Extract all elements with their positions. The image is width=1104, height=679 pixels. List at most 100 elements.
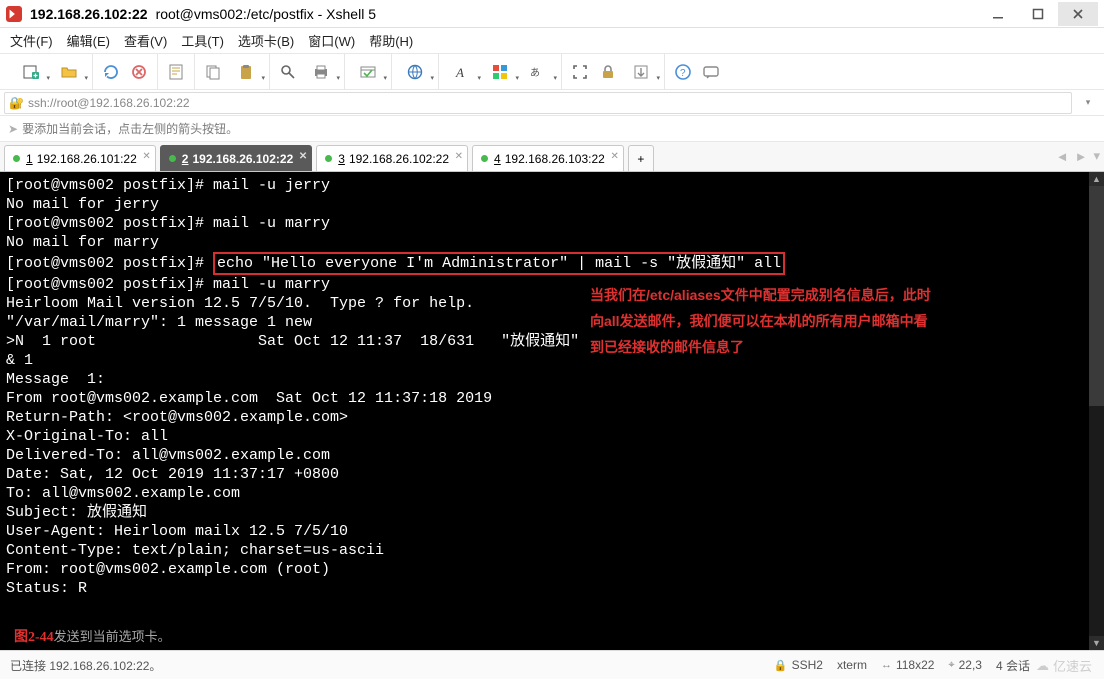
cursor-icon: ⌖ — [948, 659, 954, 672]
terminal[interactable]: [root@vms002 postfix]# mail -u jerry No … — [0, 172, 1089, 650]
tab-close-icon[interactable]: ✕ — [142, 151, 150, 162]
toolbar-copy-button[interactable] — [201, 60, 225, 84]
session-tab-2[interactable]: 2 192.168.26.102:22 ✕ — [160, 145, 312, 171]
address-input[interactable]: 🔐 ssh://root@192.168.26.102:22 — [4, 92, 1072, 114]
toolbar-open-button[interactable]: ▾ — [52, 60, 86, 84]
annotation-line: 到已经接收的邮件信息了 — [590, 334, 1030, 360]
status-sessions: 4 会话 — [996, 657, 1030, 674]
toolbar-print-button[interactable]: ▾ — [304, 60, 338, 84]
status-dot-icon — [325, 155, 332, 162]
session-tab-4[interactable]: 4 192.168.26.103:22 ✕ — [472, 145, 624, 171]
titlebar: 192.168.26.102:22 root@vms002:/etc/postf… — [0, 0, 1104, 28]
toolbar-font-button[interactable]: A▾ — [445, 60, 479, 84]
lock-icon: 🔒 — [774, 659, 788, 672]
toolbar: ▾ ▾ ▾ ▾ ▾ ▾ A▾ ▾ あ▾ ▾ ? — [0, 54, 1104, 90]
menu-tab[interactable]: 选项卡(B) — [238, 31, 294, 50]
terminal-output: [root@vms002 postfix]# mail -u marry Hei… — [6, 276, 579, 597]
svg-text:A: A — [455, 65, 464, 80]
tab-bar: 1 192.168.26.101:22 ✕ 2 192.168.26.102:2… — [0, 142, 1104, 172]
annotation-line: 当我们在/etc/aliases文件中配置完成别名信息后，此时 — [590, 282, 1030, 308]
session-tab-1[interactable]: 1 192.168.26.101:22 ✕ — [4, 145, 156, 171]
watermark: ☁ 亿速云 — [1036, 656, 1092, 675]
title-host: 192.168.26.102:22 — [30, 6, 148, 22]
toolbar-find-button[interactable] — [276, 60, 300, 84]
scroll-down-icon[interactable]: ▼ — [1089, 636, 1104, 650]
toolbar-xftp-button[interactable]: ▾ — [351, 60, 385, 84]
toolbar-web-button[interactable]: ▾ — [398, 60, 432, 84]
status-dot-icon — [13, 155, 20, 162]
toolbar-compose-button[interactable] — [699, 60, 723, 84]
status-size: ↔118x22 — [881, 658, 934, 672]
menu-window[interactable]: 窗口(W) — [308, 31, 355, 50]
tab-number: 3 — [338, 152, 345, 166]
tab-label: 192.168.26.102:22 — [349, 152, 449, 166]
toolbar-disconnect-button[interactable] — [127, 60, 151, 84]
menu-view[interactable]: 查看(V) — [124, 31, 167, 50]
minimize-button[interactable] — [978, 2, 1018, 26]
add-tab-button[interactable]: + — [628, 145, 654, 171]
menu-help[interactable]: 帮助(H) — [369, 31, 413, 50]
status-termtype: xterm — [837, 658, 867, 672]
menubar: 文件(F) 编辑(E) 查看(V) 工具(T) 选项卡(B) 窗口(W) 帮助(… — [0, 28, 1104, 54]
terminal-output: [root@vms002 postfix]# mail -u jerry No … — [6, 177, 330, 251]
lock-icon: 🔐 — [9, 96, 24, 110]
menu-file[interactable]: 文件(F) — [10, 31, 53, 50]
svg-text:?: ? — [680, 68, 686, 79]
toolbar-encoding-button[interactable]: あ▾ — [521, 60, 555, 84]
toolbar-color-button[interactable]: ▾ — [483, 60, 517, 84]
menu-edit[interactable]: 编辑(E) — [67, 31, 110, 50]
tab-number: 4 — [494, 152, 501, 166]
hint-text: 要添加当前会话，点击左侧的箭头按钮。 — [22, 120, 238, 137]
toolbar-scroll-button[interactable]: ▾ — [624, 60, 658, 84]
tab-close-icon[interactable]: ✕ — [610, 151, 618, 162]
toolbar-new-session-button[interactable]: ▾ — [14, 60, 48, 84]
cloud-icon: ☁ — [1036, 658, 1049, 674]
terminal-prompt: [root@vms002 postfix]# — [6, 255, 213, 272]
scroll-thumb[interactable] — [1089, 186, 1104, 406]
hint-arrow-icon[interactable]: ➤ — [8, 122, 18, 136]
menu-tools[interactable]: 工具(T) — [181, 31, 224, 50]
status-bar: 已连接 192.168.26.102:22。 🔒SSH2 xterm ↔118x… — [0, 650, 1104, 679]
tab-next-icon[interactable]: ► — [1075, 149, 1088, 164]
tab-label: 192.168.26.101:22 — [37, 152, 137, 166]
watermark-text: 亿速云 — [1053, 656, 1092, 675]
app-icon — [6, 6, 22, 22]
toolbar-properties-button[interactable] — [164, 60, 188, 84]
status-cursor: ⌖22,3 — [948, 658, 982, 672]
status-dot-icon — [481, 155, 488, 162]
toolbar-paste-button[interactable]: ▾ — [229, 60, 263, 84]
tab-close-icon[interactable]: ✕ — [299, 151, 307, 162]
toolbar-lock-button[interactable] — [596, 60, 620, 84]
address-text: ssh://root@192.168.26.102:22 — [28, 96, 190, 110]
toolbar-fullscreen-button[interactable] — [568, 60, 592, 84]
close-button[interactable] — [1058, 2, 1098, 26]
annotation-text: 当我们在/etc/aliases文件中配置完成别名信息后，此时 向all发送邮件… — [590, 282, 1030, 360]
figure-label: 图2-44发送到当前选项卡。 — [14, 626, 171, 646]
tab-list-icon[interactable]: ▾ — [1093, 148, 1100, 164]
terminal-area: [root@vms002 postfix]# mail -u jerry No … — [0, 172, 1104, 650]
tab-prev-icon[interactable]: ◄ — [1056, 149, 1069, 164]
highlighted-command: echo "Hello everyone I'm Administrator" … — [213, 252, 785, 275]
toolbar-help-button[interactable]: ? — [671, 60, 695, 84]
maximize-button[interactable] — [1018, 2, 1058, 26]
tab-nav: ◄ ► ▾ — [1056, 148, 1100, 164]
scroll-up-icon[interactable]: ▲ — [1089, 172, 1104, 186]
tab-label: 192.168.26.102:22 — [192, 152, 293, 166]
status-connection: 已连接 192.168.26.102:22。 — [10, 657, 161, 674]
address-bar: 🔐 ssh://root@192.168.26.102:22 ▾ — [0, 90, 1104, 116]
status-dot-icon — [169, 155, 176, 162]
tab-number: 2 — [182, 152, 189, 166]
tab-close-icon[interactable]: ✕ — [455, 151, 463, 162]
tab-number: 1 — [26, 152, 33, 166]
scrollbar[interactable]: ▲ ▼ — [1089, 172, 1104, 650]
tab-label: 192.168.26.103:22 — [505, 152, 605, 166]
address-dropdown-button[interactable]: ▾ — [1076, 91, 1100, 115]
figure-caption: 发送到当前选项卡。 — [54, 629, 171, 644]
window-buttons — [978, 2, 1098, 26]
status-protocol: 🔒SSH2 — [774, 658, 823, 672]
session-tab-3[interactable]: 3 192.168.26.102:22 ✕ — [316, 145, 468, 171]
size-icon: ↔ — [881, 659, 892, 671]
title-path: root@vms002:/etc/postfix - Xshell 5 — [156, 6, 376, 22]
hint-bar: ➤ 要添加当前会话，点击左侧的箭头按钮。 — [0, 116, 1104, 142]
toolbar-reconnect-button[interactable] — [99, 60, 123, 84]
